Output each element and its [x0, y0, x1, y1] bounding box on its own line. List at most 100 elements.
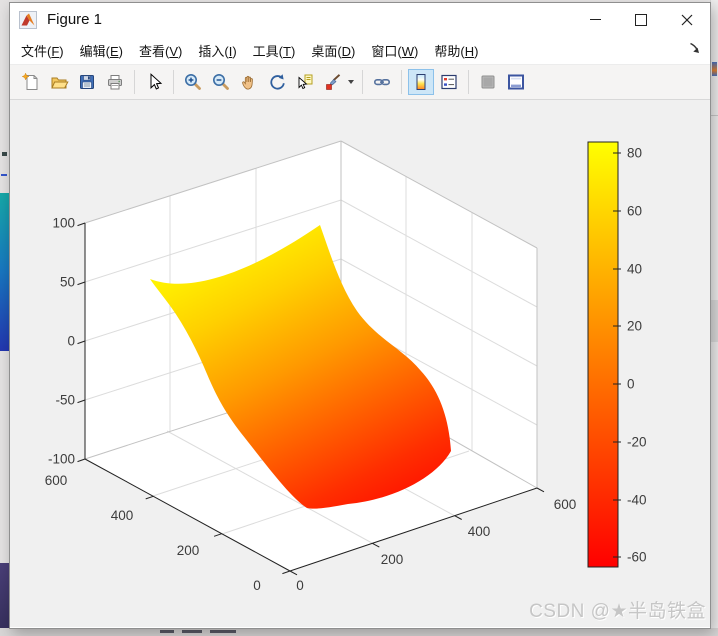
figure-window: Figure 1 文件(F)编辑(E)查看(V)插入(I)工具(T)桌面(D)窗… — [9, 2, 711, 629]
colorbar-tick: 60 — [627, 204, 642, 219]
background-divider — [711, 115, 718, 116]
colorbar-tick: -20 — [627, 435, 647, 450]
menu-bar: 文件(F)编辑(E)查看(V)插入(I)工具(T)桌面(D)窗口(W)帮助(H) — [10, 36, 710, 65]
print-icon — [105, 72, 125, 92]
legend-icon — [439, 72, 459, 92]
save-icon — [77, 72, 97, 92]
x-tick: 600 — [554, 497, 577, 512]
zoom-in-button[interactable] — [180, 69, 206, 95]
z-tick: -50 — [55, 393, 75, 408]
menu-item-window[interactable]: 窗口(W) — [363, 41, 426, 60]
toolbar-separator — [134, 70, 135, 94]
y-tick: 400 — [111, 508, 134, 523]
x-tick: 200 — [381, 552, 404, 567]
print-figure-button[interactable] — [102, 69, 128, 95]
insert-colorbar-button[interactable] — [408, 69, 434, 95]
hide-plot-tools-button[interactable] — [475, 69, 501, 95]
close-button[interactable] — [664, 3, 710, 36]
background-text-fragment — [160, 630, 174, 633]
desktop-bottom-strip — [0, 628, 718, 636]
data-cursor-button[interactable] — [292, 69, 318, 95]
insert-legend-button[interactable] — [436, 69, 462, 95]
background-window-left-sliver — [0, 0, 9, 636]
edit-plot-button[interactable] — [141, 69, 167, 95]
show-plot-tools-button[interactable] — [503, 69, 529, 95]
colorbar-tick: 80 — [627, 146, 642, 161]
menu-item-help[interactable]: 帮助(H) — [426, 41, 486, 60]
watermark: CSDN @★半岛铁盒 — [529, 596, 706, 623]
menu-item-view[interactable]: 查看(V) — [131, 41, 190, 60]
new-figure-button[interactable] — [18, 69, 44, 95]
background-blotch — [711, 300, 718, 342]
figure-canvas[interactable]: 100 50 0 -50 -100 600 400 200 0 0 200 40… — [10, 100, 710, 627]
colorbar-tick: 20 — [627, 319, 642, 334]
y-tick: 0 — [253, 578, 261, 593]
new-document-icon — [21, 72, 41, 92]
save-figure-button[interactable] — [74, 69, 100, 95]
background-text-fragment — [210, 630, 236, 633]
z-tick: 100 — [52, 216, 75, 231]
minimize-button[interactable] — [572, 3, 618, 36]
link-icon — [372, 72, 392, 92]
surface-plot[interactable]: 100 50 0 -50 -100 600 400 200 0 0 200 40… — [10, 100, 710, 627]
window-controls — [572, 3, 710, 36]
toolbar-separator — [173, 70, 174, 94]
colorbar-gradient — [588, 142, 618, 567]
background-plot-fragment — [0, 563, 9, 628]
y-tick: 200 — [177, 543, 200, 558]
data-cursor-icon — [295, 72, 315, 92]
maximize-button[interactable] — [618, 3, 664, 36]
x-tick: 0 — [296, 578, 304, 593]
colorbar: 80 60 40 20 0 -20 -40 -60 — [588, 142, 647, 567]
dock-arrow-icon[interactable] — [688, 42, 702, 56]
title-bar[interactable]: Figure 1 — [10, 3, 710, 36]
x-tick: 400 — [468, 524, 491, 539]
rotate-3d-button[interactable] — [264, 69, 290, 95]
colorbar-tick: 40 — [627, 262, 642, 277]
window-title: Figure 1 — [47, 11, 102, 28]
menu-item-insert[interactable]: 插入(I) — [190, 41, 244, 60]
colorbar-tick: 0 — [627, 377, 635, 392]
y-tick: 600 — [45, 473, 68, 488]
toolbar-separator — [468, 70, 469, 94]
colorbar-tick: -60 — [627, 550, 647, 565]
arrow-cursor-icon — [144, 72, 164, 92]
zoom-out-icon — [211, 72, 231, 92]
z-tick: 0 — [67, 334, 75, 349]
dock-window-icon — [506, 72, 526, 92]
colorbar-icon — [411, 72, 431, 92]
background-text-fragment — [182, 630, 202, 633]
toolbar-separator — [401, 70, 402, 94]
close-icon — [681, 14, 693, 26]
menu-item-tools[interactable]: 工具(T) — [245, 41, 304, 60]
minimize-icon — [590, 19, 601, 20]
maximize-icon — [635, 14, 647, 26]
gray-square-icon — [478, 72, 498, 92]
open-file-button[interactable] — [46, 69, 72, 95]
zoom-in-icon — [183, 72, 203, 92]
link-plot-button[interactable] — [369, 69, 395, 95]
background-link-fragment — [1, 174, 7, 176]
figure-toolbar — [10, 65, 710, 100]
background-glyph — [2, 152, 7, 156]
hand-icon — [239, 72, 259, 92]
matlab-logo-icon — [19, 11, 37, 29]
brush-icon — [323, 72, 343, 92]
z-tick: -100 — [48, 452, 75, 467]
background-icon-fragment — [712, 62, 717, 76]
z-tick: 50 — [60, 275, 75, 290]
z-axis-tick-labels: 100 50 0 -50 -100 — [48, 216, 75, 467]
colorbar-tick: -40 — [627, 493, 647, 508]
rotate-icon — [267, 72, 287, 92]
open-folder-icon — [49, 72, 69, 92]
brush-button[interactable] — [320, 69, 346, 95]
zoom-out-button[interactable] — [208, 69, 234, 95]
menu-item-edit[interactable]: 编辑(E) — [72, 41, 131, 60]
colorbar-tick-labels: 80 60 40 20 0 -20 -40 -60 — [627, 146, 647, 565]
background-window-right-sliver — [710, 0, 718, 636]
toolbar-separator — [362, 70, 363, 94]
brush-dropdown-caret[interactable] — [348, 80, 354, 84]
menu-item-file[interactable]: 文件(F) — [13, 41, 72, 60]
menu-item-desktop[interactable]: 桌面(D) — [303, 41, 363, 60]
pan-button[interactable] — [236, 69, 262, 95]
